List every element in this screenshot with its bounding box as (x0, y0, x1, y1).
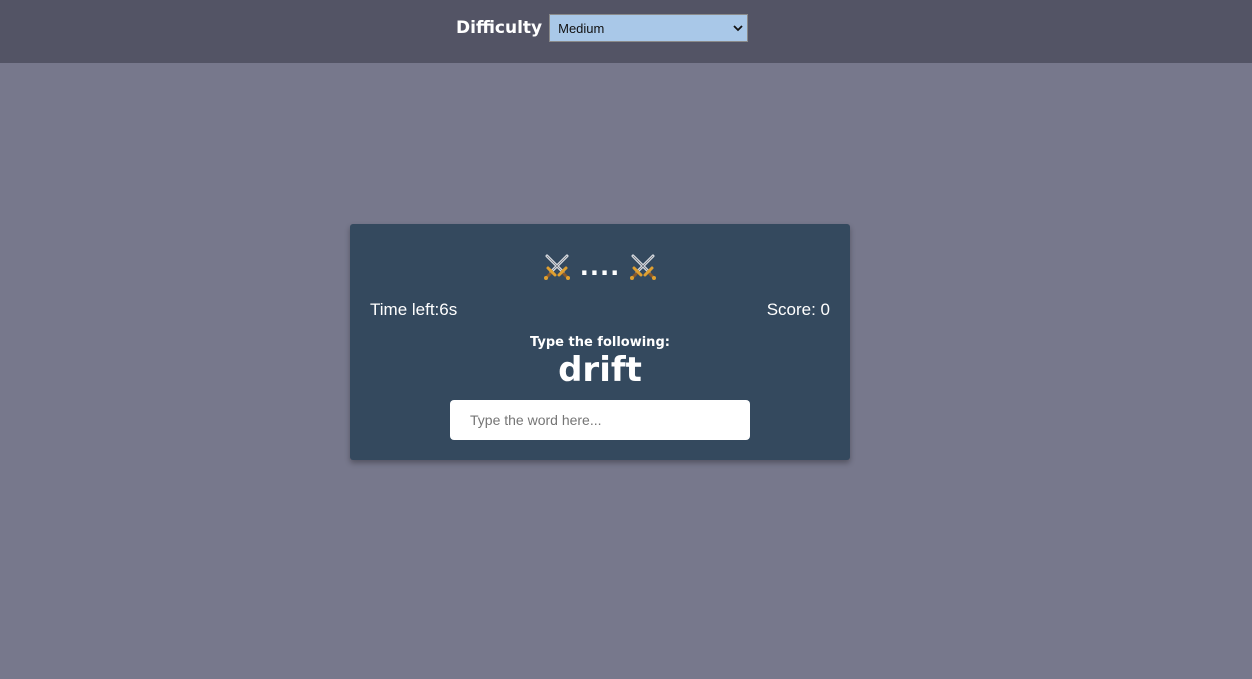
title-dots: .... (579, 253, 621, 281)
difficulty-control: Difficulty Medium (456, 14, 749, 42)
game-title: .... (350, 252, 850, 282)
difficulty-label: Difficulty (456, 18, 543, 38)
word-input[interactable] (450, 400, 750, 440)
top-bar: Difficulty Medium (0, 0, 1252, 63)
chevron-down-icon (733, 25, 743, 32)
difficulty-select[interactable]: Medium (549, 14, 749, 42)
instruction-text: Type the following: (530, 335, 670, 350)
crossed-swords-icon (543, 254, 570, 280)
difficulty-selected-value: Medium (558, 20, 605, 36)
score-readout: Score: 0 (766, 300, 830, 319)
time-left-readout: Time left:6s (370, 300, 458, 319)
game-card: .... Time left:6s Score: 0 Type the foll… (350, 224, 850, 460)
crossed-swords-icon (630, 254, 657, 280)
target-word: drift (558, 350, 642, 390)
